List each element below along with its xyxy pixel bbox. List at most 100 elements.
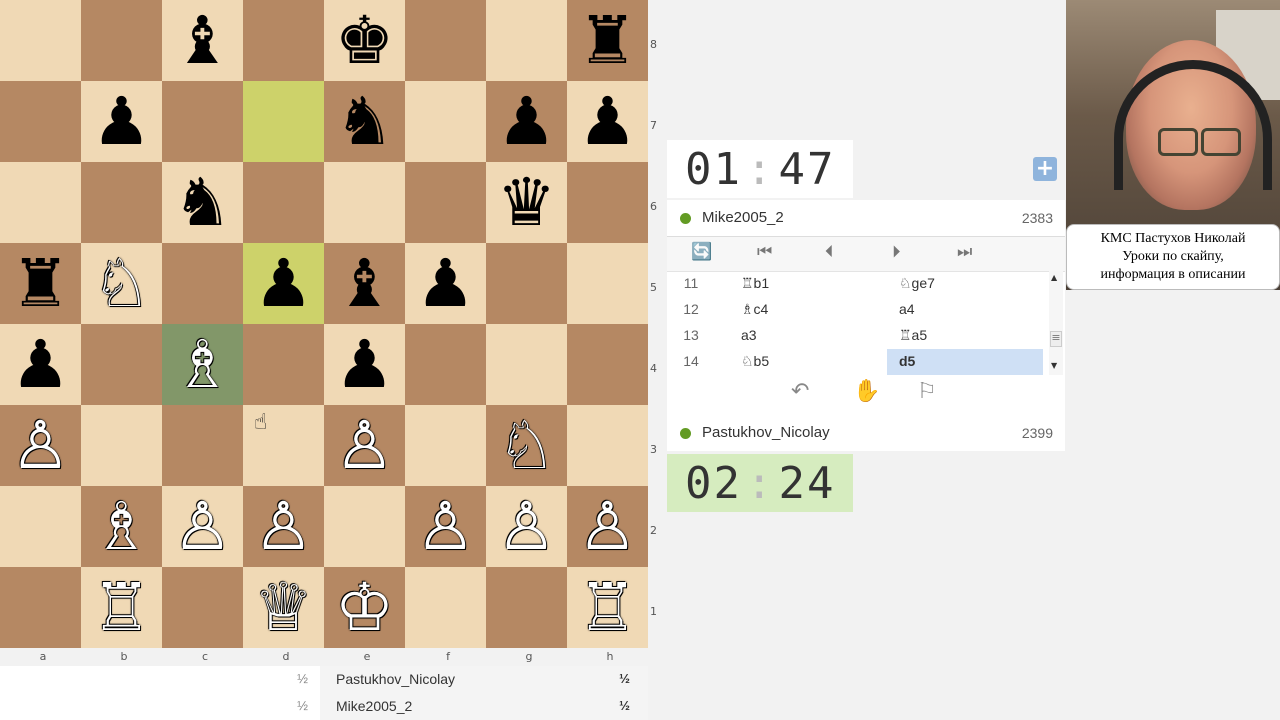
chess-piece-icon[interactable]: ♟ bbox=[11, 331, 70, 398]
square-e7[interactable]: ♞ bbox=[324, 81, 405, 162]
square-c5[interactable] bbox=[162, 243, 243, 324]
square-e5[interactable]: ♝ bbox=[324, 243, 405, 324]
square-e1[interactable]: ♔ bbox=[324, 567, 405, 648]
chess-piece-icon[interactable]: ♝ bbox=[173, 7, 232, 74]
chess-piece-icon[interactable]: ♗ bbox=[173, 331, 232, 398]
square-g7[interactable]: ♟ bbox=[486, 81, 567, 162]
square-f3[interactable] bbox=[405, 405, 486, 486]
last-move-icon[interactable]: ⏭ bbox=[957, 242, 972, 262]
square-b2[interactable]: ♗ bbox=[81, 486, 162, 567]
square-h1[interactable]: ♖ bbox=[567, 567, 648, 648]
chess-piece-icon[interactable]: ♜ bbox=[11, 250, 70, 317]
first-move-icon[interactable]: ⏮ bbox=[757, 242, 772, 262]
chess-piece-icon[interactable]: ♗ bbox=[92, 493, 151, 560]
own-player-name[interactable]: Pastukhov_Nicolay bbox=[702, 424, 830, 441]
square-g1[interactable] bbox=[486, 567, 567, 648]
chess-piece-icon[interactable]: ♙ bbox=[416, 493, 475, 560]
chess-piece-icon[interactable]: ♚ bbox=[335, 7, 394, 74]
white-move[interactable]: a3 bbox=[729, 323, 887, 349]
scroll-up-icon[interactable]: ▲ bbox=[1051, 273, 1057, 282]
add-time-button[interactable]: + bbox=[1033, 157, 1057, 181]
square-f4[interactable] bbox=[405, 324, 486, 405]
square-g3[interactable]: ♘ bbox=[486, 405, 567, 486]
square-h7[interactable]: ♟ bbox=[567, 81, 648, 162]
square-h5[interactable] bbox=[567, 243, 648, 324]
black-move[interactable]: ♘ge7 bbox=[887, 271, 1043, 297]
chess-piece-icon[interactable]: ♔ bbox=[335, 574, 394, 641]
square-h8[interactable]: ♜ bbox=[567, 0, 648, 81]
chess-piece-icon[interactable]: ♘ bbox=[92, 250, 151, 317]
chess-piece-icon[interactable]: ♖ bbox=[578, 574, 637, 641]
result-player-name[interactable]: Pastukhov_Nicolay bbox=[336, 671, 455, 687]
resign-flag-icon[interactable]: ⚐ bbox=[917, 379, 937, 404]
chess-piece-icon[interactable]: ♖ bbox=[92, 574, 151, 641]
flip-board-icon[interactable]: 🔄 bbox=[691, 242, 712, 262]
square-b8[interactable] bbox=[81, 0, 162, 81]
square-g2[interactable]: ♙ bbox=[486, 486, 567, 567]
square-e4[interactable]: ♟ bbox=[324, 324, 405, 405]
chess-piece-icon[interactable]: ♞ bbox=[173, 169, 232, 236]
chess-piece-icon[interactable]: ♙ bbox=[497, 493, 556, 560]
chess-piece-icon[interactable]: ♝ bbox=[335, 250, 394, 317]
chess-piece-icon[interactable]: ♙ bbox=[254, 493, 313, 560]
square-f2[interactable]: ♙ bbox=[405, 486, 486, 567]
result-player-name[interactable]: Mike2005_2 bbox=[336, 698, 412, 714]
square-a7[interactable] bbox=[0, 81, 81, 162]
square-f1[interactable] bbox=[405, 567, 486, 648]
square-g4[interactable] bbox=[486, 324, 567, 405]
square-b4[interactable] bbox=[81, 324, 162, 405]
square-f5[interactable]: ♟ bbox=[405, 243, 486, 324]
square-h2[interactable]: ♙ bbox=[567, 486, 648, 567]
square-h6[interactable] bbox=[567, 162, 648, 243]
white-move[interactable]: ♘b5 bbox=[729, 349, 887, 375]
square-d1[interactable]: ♕ bbox=[243, 567, 324, 648]
chess-piece-icon[interactable]: ♟ bbox=[578, 88, 637, 155]
black-move[interactable]: d5 bbox=[887, 349, 1043, 375]
square-d5[interactable]: ♟ bbox=[243, 243, 324, 324]
white-move[interactable]: ♖b1 bbox=[729, 271, 887, 297]
scroll-down-icon[interactable]: ▼ bbox=[1051, 361, 1057, 370]
takeback-icon[interactable]: ↶ bbox=[791, 379, 809, 404]
square-a8[interactable] bbox=[0, 0, 81, 81]
square-h4[interactable] bbox=[567, 324, 648, 405]
chess-piece-icon[interactable]: ♕ bbox=[254, 574, 313, 641]
chess-piece-icon[interactable]: ♟ bbox=[416, 250, 475, 317]
black-move[interactable]: ♖a5 bbox=[887, 323, 1043, 349]
square-g6[interactable]: ♛ bbox=[486, 162, 567, 243]
chess-piece-icon[interactable]: ♟ bbox=[335, 331, 394, 398]
square-a1[interactable] bbox=[0, 567, 81, 648]
square-a2[interactable] bbox=[0, 486, 81, 567]
offer-draw-icon[interactable]: ✋ bbox=[853, 379, 880, 404]
square-a6[interactable] bbox=[0, 162, 81, 243]
square-d6[interactable] bbox=[243, 162, 324, 243]
square-d2[interactable]: ♙ bbox=[243, 486, 324, 567]
square-f6[interactable] bbox=[405, 162, 486, 243]
square-g8[interactable] bbox=[486, 0, 567, 81]
result-row[interactable]: ½ Pastukhov_Nicolay ½ bbox=[0, 666, 648, 693]
opponent-name[interactable]: Mike2005_2 bbox=[702, 209, 784, 226]
square-a5[interactable]: ♜ bbox=[0, 243, 81, 324]
chess-piece-icon[interactable]: ♞ bbox=[335, 88, 394, 155]
chess-piece-icon[interactable]: ♘ bbox=[497, 412, 556, 479]
square-f8[interactable] bbox=[405, 0, 486, 81]
move-list-scrollbar[interactable]: ▲ ≡ ▼ bbox=[1049, 271, 1063, 375]
square-c1[interactable] bbox=[162, 567, 243, 648]
chess-piece-icon[interactable]: ♜ bbox=[578, 7, 637, 74]
chess-board[interactable]: ♝ ♚ ♜ ♟ ♞ ♟ ♟ ♞ ♛ ♜ ♘ ♟ ♝ ♟ ♟ ♗ ♟ ♙ ♙ ♘ ♗ ♙ ♙ ♙ ♙ ♙ ♖ ♕ ♔ ♖ bbox=[0, 0, 648, 648]
square-d4[interactable] bbox=[243, 324, 324, 405]
square-c6[interactable]: ♞ bbox=[162, 162, 243, 243]
square-e6[interactable] bbox=[324, 162, 405, 243]
black-move[interactable]: a4 bbox=[887, 297, 1043, 323]
chess-piece-icon[interactable]: ♛ bbox=[497, 169, 556, 236]
white-move[interactable]: ♗c4 bbox=[729, 297, 887, 323]
square-h3[interactable] bbox=[567, 405, 648, 486]
scroll-grip[interactable]: ≡ bbox=[1050, 331, 1062, 347]
square-b1[interactable]: ♖ bbox=[81, 567, 162, 648]
chess-piece-icon[interactable]: ♙ bbox=[335, 412, 394, 479]
square-a4[interactable]: ♟ bbox=[0, 324, 81, 405]
square-f7[interactable] bbox=[405, 81, 486, 162]
square-g5[interactable] bbox=[486, 243, 567, 324]
square-b7[interactable]: ♟ bbox=[81, 81, 162, 162]
chess-piece-icon[interactable]: ♟ bbox=[497, 88, 556, 155]
square-d7[interactable] bbox=[243, 81, 324, 162]
